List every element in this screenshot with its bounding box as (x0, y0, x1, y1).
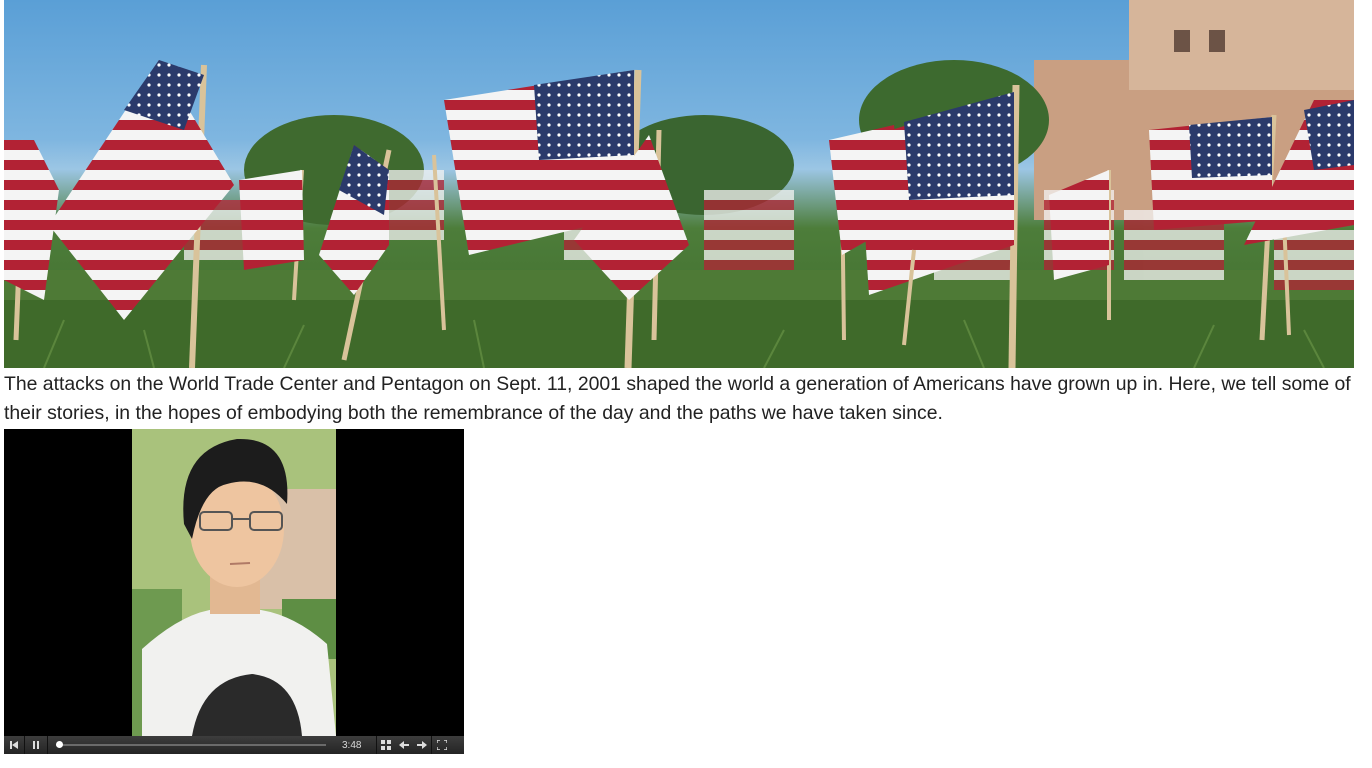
duration-label: 3:48 (342, 739, 362, 751)
arrow-left-icon[interactable] (395, 736, 413, 754)
progress-track[interactable] (56, 741, 326, 748)
slideshow-player[interactable]: 3:48 (4, 429, 464, 754)
player-control-bar: 3:48 (4, 736, 464, 754)
student-portrait-photo (132, 429, 336, 736)
arrow-right-icon[interactable] (413, 736, 431, 754)
flags-photo-illustration (4, 0, 1354, 368)
grid-icon[interactable] (377, 736, 395, 754)
article-intro-text: The attacks on the World Trade Center an… (4, 373, 1351, 424)
pause-icon[interactable] (25, 736, 47, 754)
fullscreen-icon[interactable] (432, 736, 451, 754)
skip-back-icon[interactable] (4, 736, 24, 754)
hero-image (4, 0, 1354, 368)
control-divider (47, 736, 48, 754)
progress-scrubber[interactable] (56, 741, 63, 748)
